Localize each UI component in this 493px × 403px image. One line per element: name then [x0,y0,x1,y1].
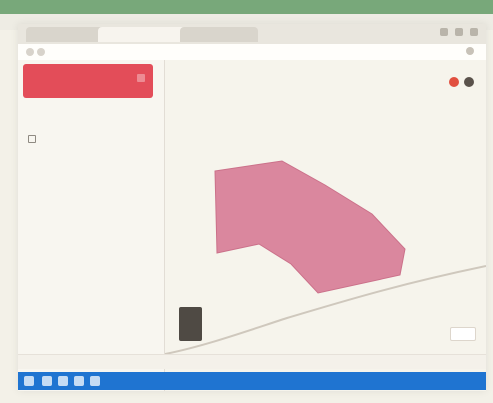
account-icon[interactable] [464,77,474,87]
tab-3[interactable] [180,27,258,42]
map-sidebar [18,60,165,391]
map-canvas[interactable] [165,60,486,391]
tab-bar [18,24,486,44]
checkbox-icon[interactable] [28,135,36,143]
window-controls [440,28,478,36]
basemap-thumbnail[interactable] [179,307,202,341]
folder-icon[interactable] [58,376,68,386]
map-top-icons [449,77,474,87]
start-icon[interactable] [24,376,34,386]
url-bar[interactable] [18,44,486,61]
tab-1[interactable] [26,27,108,42]
search-icon[interactable] [42,376,52,386]
photo-frame-top [0,0,493,14]
map-polygon[interactable] [214,160,406,294]
profile-icon[interactable] [466,47,474,55]
header-options-icon[interactable] [137,74,145,82]
minimize-icon[interactable] [440,28,448,36]
zoom-control[interactable] [450,327,476,341]
url-text[interactable] [50,47,350,57]
browser-icon[interactable] [74,376,84,386]
forward-button-icon[interactable] [37,48,45,56]
mail-icon[interactable] [90,376,100,386]
screen [18,24,486,391]
close-icon[interactable] [470,28,478,36]
tab-active[interactable] [98,27,190,42]
back-button-icon[interactable] [26,48,34,56]
map-marker-icon[interactable] [449,77,459,87]
status-strip [18,354,486,369]
windows-taskbar [18,372,486,390]
map-graphics [165,160,486,355]
map-title-header[interactable] [23,64,153,98]
maximize-icon[interactable] [455,28,463,36]
